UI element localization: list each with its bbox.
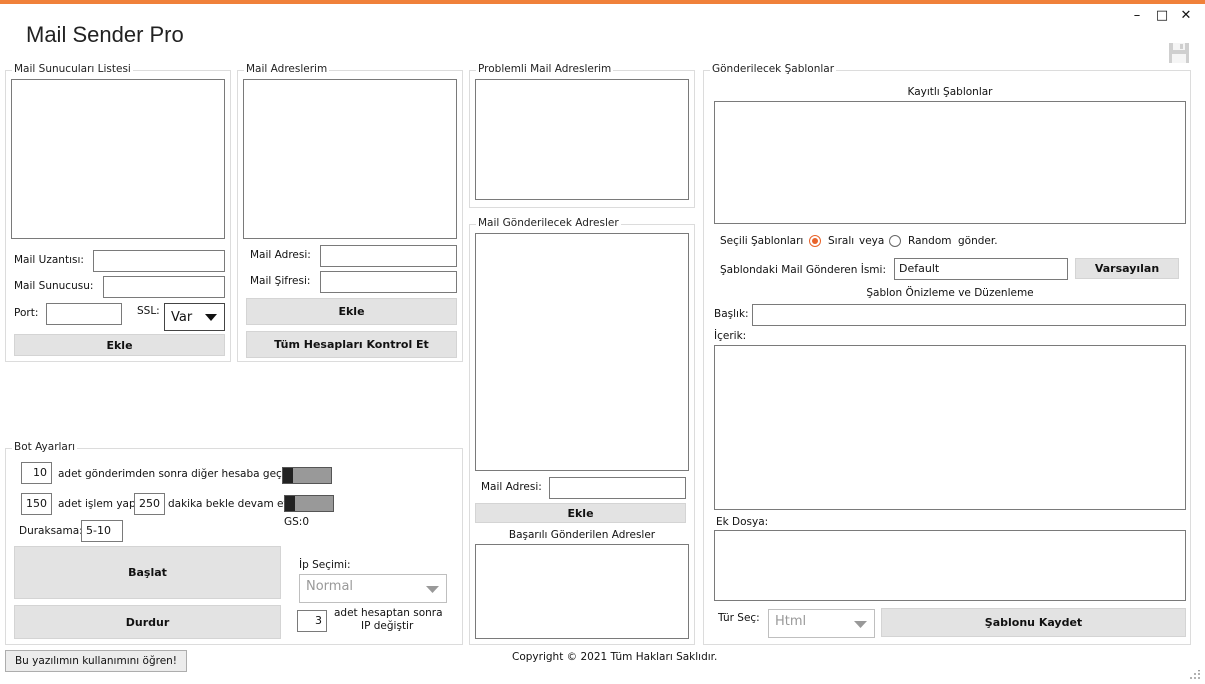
ssl-value: Var: [171, 310, 193, 325]
saved-templates-list[interactable]: [714, 101, 1186, 224]
app-title: Mail Sender Pro: [26, 22, 184, 47]
success-addresses-list[interactable]: [475, 544, 689, 639]
ip-change-text-1: adet hesaptan sonra: [334, 607, 443, 619]
operation-count-input[interactable]: 150: [21, 493, 52, 515]
mail-server-label: Mail Sunucusu:: [14, 280, 94, 292]
add-server-button[interactable]: Ekle: [14, 334, 225, 356]
maximize-button[interactable]: □: [1153, 8, 1171, 24]
add-recipient-button[interactable]: Ekle: [475, 503, 686, 523]
ip-selection-select[interactable]: Normal: [299, 574, 447, 603]
account-password-input[interactable]: [320, 271, 457, 293]
preview-title: Şablon Önizleme ve Düzenleme: [866, 287, 1034, 299]
copyright-text: Copyright © 2021 Tüm Hakları Saklıdır.: [512, 651, 718, 663]
recipients-list[interactable]: [475, 233, 689, 471]
window-accent-bar: [0, 0, 1205, 4]
toggle-knob: [283, 468, 293, 483]
ssl-label: SSL:: [137, 305, 160, 317]
type-select[interactable]: Html: [768, 609, 875, 638]
success-addresses-title: Başarılı Gönderilen Adresler: [508, 529, 656, 541]
account-password-label: Mail Şifresi:: [250, 275, 311, 287]
port-label: Port:: [14, 307, 39, 319]
stop-button[interactable]: Durdur: [14, 605, 281, 639]
mail-servers-list[interactable]: [11, 79, 225, 239]
gs-counter: GS:0: [284, 516, 310, 528]
type-value: Html: [775, 614, 807, 629]
help-button[interactable]: Bu yazılımın kullanımını öğren!: [5, 650, 187, 672]
problem-addresses-list[interactable]: [475, 79, 689, 200]
wait-minutes-text: dakika bekle devam et: [168, 498, 288, 510]
saved-templates-title: Kayıtlı Şablonlar: [907, 86, 993, 98]
mail-servers-title: Mail Sunucuları Listesi: [12, 63, 133, 75]
switch-count-text: adet gönderimden sonra diğer hesaba geç: [58, 468, 282, 480]
attachment-label: Ek Dosya:: [716, 516, 769, 528]
operation-count-text: adet işlem yap: [58, 498, 136, 510]
mail-accounts-list[interactable]: [243, 79, 457, 239]
toggle-knob: [285, 496, 295, 511]
sender-name-label: Şablondaki Mail Gönderen İsmi:: [720, 264, 886, 276]
switch-account-toggle[interactable]: [282, 467, 332, 484]
mail-accounts-title: Mail Adreslerim: [244, 63, 330, 75]
check-all-accounts-button[interactable]: Tüm Hesapları Kontrol Et: [246, 331, 457, 358]
problem-addresses-title: Problemli Mail Adreslerim: [476, 63, 614, 75]
ssl-select[interactable]: Var: [164, 303, 225, 331]
save-icon[interactable]: [1168, 42, 1190, 64]
selected-templates-label: Seçili Şablonları: [720, 235, 804, 247]
switch-count-input[interactable]: 10: [21, 462, 52, 484]
attachment-box[interactable]: [714, 530, 1186, 601]
recipient-address-label: Mail Adresi:: [481, 481, 542, 493]
chevron-down-icon: [854, 621, 867, 628]
wait-toggle[interactable]: [284, 495, 334, 512]
mail-extension-label: Mail Uzantısı:: [14, 254, 84, 266]
content-textarea[interactable]: [714, 345, 1186, 510]
ip-change-count-input[interactable]: 3: [297, 610, 327, 632]
templates-title: Gönderilecek Şablonlar: [710, 63, 837, 75]
recipient-address-input[interactable]: [549, 477, 686, 499]
resize-grip-icon[interactable]: [1189, 669, 1201, 680]
chevron-down-icon: [426, 586, 439, 593]
start-button[interactable]: Başlat: [14, 546, 281, 599]
send-label: gönder.: [958, 235, 998, 247]
mail-extension-input[interactable]: [93, 250, 225, 272]
chevron-down-icon: [205, 314, 217, 321]
ordered-radio[interactable]: [809, 235, 821, 247]
subject-input[interactable]: [752, 304, 1186, 326]
close-button[interactable]: ✕: [1177, 8, 1195, 24]
random-radio[interactable]: [889, 235, 901, 247]
account-address-label: Mail Adresi:: [250, 249, 311, 261]
bot-settings-title: Bot Ayarları: [12, 441, 78, 453]
random-label: Random: [908, 235, 952, 247]
account-address-input[interactable]: [320, 245, 457, 267]
type-label: Tür Seç:: [718, 612, 760, 624]
mail-server-input[interactable]: [103, 276, 225, 298]
ip-change-text-2: IP değiştir: [361, 620, 414, 632]
subject-label: Başlık:: [714, 308, 749, 320]
recipients-title: Mail Gönderilecek Adresler: [476, 217, 621, 229]
sender-name-input[interactable]: Default: [894, 258, 1068, 280]
or-label: veya: [859, 235, 885, 247]
port-input[interactable]: [46, 303, 122, 325]
pause-input[interactable]: 5-10: [81, 520, 123, 542]
pause-label: Duraksama:: [19, 525, 83, 537]
add-account-button[interactable]: Ekle: [246, 298, 457, 325]
ordered-label: Sıralı: [828, 235, 855, 247]
ip-selection-value: Normal: [306, 579, 354, 594]
wait-minutes-input[interactable]: 250: [134, 493, 165, 515]
minimize-button[interactable]: –: [1128, 8, 1146, 24]
ip-selection-label: İp Seçimi:: [299, 559, 351, 571]
save-template-button[interactable]: Şablonu Kaydet: [881, 608, 1186, 637]
content-label: İçerik:: [714, 330, 747, 342]
default-sender-button[interactable]: Varsayılan: [1075, 258, 1179, 279]
